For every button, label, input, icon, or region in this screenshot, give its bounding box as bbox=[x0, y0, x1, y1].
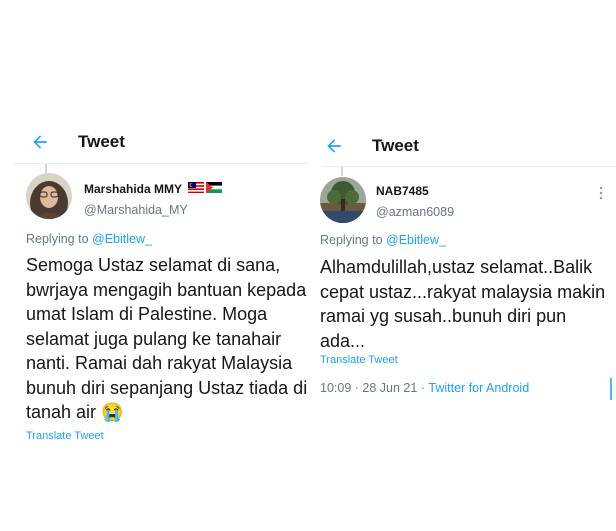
palestine-flag-icon bbox=[205, 180, 223, 198]
display-name[interactable]: Marshahida MMY bbox=[84, 182, 182, 196]
back-arrow-icon[interactable] bbox=[312, 126, 356, 166]
flag-emojis bbox=[188, 180, 223, 198]
header-title: Tweet bbox=[372, 136, 419, 155]
tweet-header: Tweet bbox=[0, 122, 308, 162]
thread-line bbox=[341, 167, 343, 176]
avatar[interactable] bbox=[26, 173, 72, 219]
tweet-source[interactable]: Twitter for Android bbox=[428, 381, 529, 395]
tweet-text: Alhamdulillah,ustaz selamat..Balik cepat… bbox=[320, 257, 606, 351]
header-title: Tweet bbox=[78, 132, 125, 151]
author-row: Marshahida MMY bbox=[84, 180, 223, 198]
tweet-timestamp[interactable]: 10:09 · 28 Jun 21 · bbox=[320, 381, 428, 395]
tweet-text: Semoga Ustaz selamat di sana, bwrjaya me… bbox=[26, 255, 308, 422]
author-row: NAB7485 bbox=[376, 184, 429, 198]
more-vertical-icon[interactable] bbox=[598, 186, 604, 200]
translate-tweet-link[interactable]: Translate Tweet bbox=[320, 354, 398, 366]
thread-line bbox=[45, 164, 47, 173]
replying-prefix: Replying to bbox=[320, 233, 383, 247]
replying-prefix: Replying to bbox=[26, 232, 89, 246]
translate-tweet-link[interactable]: Translate Tweet bbox=[26, 430, 104, 442]
replying-to-link[interactable]: @Ebitlew_ bbox=[92, 232, 152, 246]
author-handle[interactable]: @Marshahida_MY bbox=[84, 203, 188, 217]
right-tweet-panel: Tweet NAB7485 @azman6089 Replying to @Eb… bbox=[310, 0, 616, 531]
header-divider bbox=[14, 163, 308, 164]
left-tweet-panel: Tweet Marshahida MMY @Marshahida_MY Repl… bbox=[0, 0, 308, 531]
display-name[interactable]: NAB7485 bbox=[376, 184, 429, 198]
tweet-header: Tweet bbox=[310, 126, 616, 166]
back-arrow-icon[interactable] bbox=[18, 122, 62, 162]
tweet-meta: 10:09 · 28 Jun 21 · Twitter for Android bbox=[320, 381, 529, 395]
replying-to: Replying to @Ebitlew_ bbox=[320, 233, 446, 247]
header-divider bbox=[322, 166, 616, 167]
author-handle[interactable]: @azman6089 bbox=[376, 205, 454, 219]
replying-to-link[interactable]: @Ebitlew_ bbox=[386, 233, 446, 247]
malaysia-flag-icon bbox=[188, 180, 205, 198]
replying-to: Replying to @Ebitlew_ bbox=[26, 232, 152, 246]
avatar[interactable] bbox=[320, 177, 366, 223]
scrollbar[interactable] bbox=[610, 378, 612, 400]
